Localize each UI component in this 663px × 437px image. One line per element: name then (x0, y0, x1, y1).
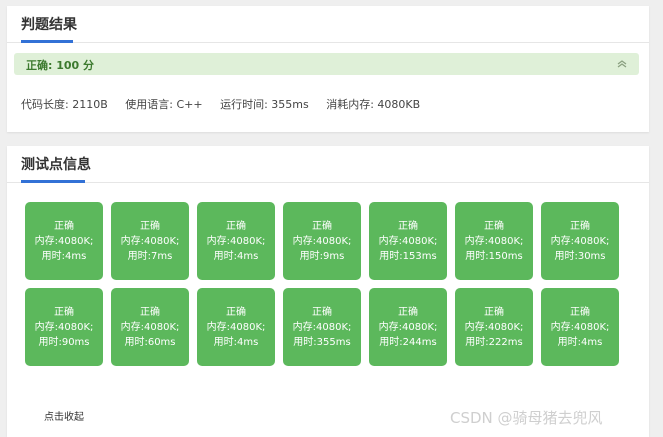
test-point-status: 正确 (226, 221, 246, 232)
test-point-tile[interactable]: 正确内存:4080K; 用时:222ms (455, 288, 533, 366)
submission-info: 代码长度: 2110B 使用语言: C++ 运行时间: 355ms 消耗内存: … (21, 96, 434, 112)
test-point-tile[interactable]: 正确内存:4080K; 用时:150ms (455, 202, 533, 280)
test-point-memory: 内存:4080K; (378, 322, 438, 333)
test-point-tile[interactable]: 正确内存:4080K; 用时:244ms (369, 288, 447, 366)
code-length: 代码长度: 2110B (21, 98, 108, 111)
test-point-tile[interactable]: 正确内存:4080K; 用时:7ms (111, 202, 189, 280)
test-point-tile[interactable]: 正确内存:4080K; 用时:30ms (541, 202, 619, 280)
test-point-tile[interactable]: 正确内存:4080K; 用时:153ms (369, 202, 447, 280)
test-point-memory: 内存:4080K; (34, 322, 94, 333)
test-point-time: 用时:60ms (124, 337, 176, 348)
run-time: 运行时间: 355ms (220, 98, 309, 111)
double-chevron-up-icon[interactable] (615, 57, 629, 71)
test-point-time: 用时:153ms (379, 251, 437, 262)
test-point-status: 正确 (484, 221, 504, 232)
test-point-time: 用时:150ms (465, 251, 523, 262)
judge-result-card: 判题结果 正确: 100 分 代码长度: 2110B 使用语言: C++ 运行时… (7, 6, 649, 132)
test-point-status: 正确 (398, 221, 418, 232)
test-points-grid: 正确 内存:4080K; 用时:4ms 正确 内存:4080K; 用时:7ms 正确 内存:4… (25, 202, 625, 374)
test-point-tile[interactable]: 正确内存:4080K; 用时:355ms (283, 288, 361, 366)
test-point-memory: 内存:4080K; (550, 322, 610, 333)
test-point-memory: 内存:4080K; (550, 236, 610, 247)
test-point-tile[interactable]: 正确内存:4080K; 用时:60ms (111, 288, 189, 366)
result-bar[interactable]: 正确: 100 分 (14, 53, 639, 75)
test-point-tile[interactable]: 正确内存:4080K; 用时:4ms (197, 288, 275, 366)
test-point-status: 正确 (570, 221, 590, 232)
test-point-status: 正确 (54, 307, 74, 318)
test-point-tile[interactable]: 正确内存:4080K; 用时:4ms (541, 288, 619, 366)
collapse-link[interactable]: 点击收起 (44, 408, 84, 423)
test-point-memory: 内存:4080K; (292, 236, 352, 247)
judge-result-title: 判题结果 (21, 17, 77, 33)
title-underline (21, 40, 73, 43)
test-point-memory: 内存:4080K; (120, 322, 180, 333)
test-point-time: 用时:7ms (127, 251, 173, 262)
test-point-time: 用时:9ms (299, 251, 345, 262)
test-point-memory: 内存:4080K; (34, 236, 94, 247)
test-point-time: 用时:4ms (557, 337, 603, 348)
test-point-tile[interactable]: 正确内存:4080K; 用时:9ms (283, 202, 361, 280)
test-point-time: 用时:222ms (465, 337, 523, 348)
test-point-time: 用时:90ms (38, 337, 90, 348)
judge-result-header: 判题结果 (7, 6, 649, 43)
test-point-tile[interactable]: 正确内存:4080K; 用时:4ms (25, 202, 103, 280)
language: 使用语言: C++ (125, 98, 203, 111)
test-point-memory: 内存:4080K; (464, 322, 524, 333)
test-point-time: 用时:4ms (213, 337, 259, 348)
watermark: CSDN @骑母猪去兜风 (450, 409, 603, 427)
test-point-time: 用时:355ms (293, 337, 351, 348)
test-point-time: 用时:30ms (554, 251, 606, 262)
test-point-status: 正确 (140, 307, 160, 318)
test-point-status: 正确 (312, 307, 332, 318)
test-points-title: 测试点信息 (21, 157, 91, 173)
test-point-status: 正确 (226, 307, 246, 318)
test-point-status: 正确 (398, 307, 418, 318)
test-point-memory: 内存:4080K; (206, 322, 266, 333)
test-point-status: 正确 (140, 221, 160, 232)
test-point-time: 用时:4ms (41, 251, 87, 262)
test-point-status: 正确 (570, 307, 590, 318)
test-point-memory: 内存:4080K; (292, 322, 352, 333)
test-point-tile[interactable]: 正确内存:4080K; 用时:4ms (197, 202, 275, 280)
memory-usage: 消耗内存: 4080KB (326, 98, 421, 111)
test-point-status: 正确 (484, 307, 504, 318)
test-point-memory: 内存:4080K; (378, 236, 438, 247)
test-points-card: 测试点信息 正确 内存:4080K; 用时:4ms 正确 内存:4080K; 用时:7ms… (7, 146, 649, 437)
test-point-status: 正确 (312, 221, 332, 232)
title-underline (21, 180, 85, 183)
result-score: 正确: 100 分 (26, 59, 95, 72)
test-point-memory: 内存:4080K; (120, 236, 180, 247)
test-point-memory: 内存:4080K; (206, 236, 266, 247)
test-point-time: 用时:244ms (379, 337, 437, 348)
test-row: 正确 内存:4080K; 用时:90ms 正确 内存:4080K; 用时:60ms 正确 内存… (25, 288, 625, 366)
test-points-header: 测试点信息 (7, 146, 649, 183)
test-point-time: 用时:4ms (213, 251, 259, 262)
test-row: 正确 内存:4080K; 用时:4ms 正确 内存:4080K; 用时:7ms 正确 内存:4… (25, 202, 625, 280)
test-point-memory: 内存:4080K; (464, 236, 524, 247)
test-point-status: 正确 (54, 221, 74, 232)
test-point-tile[interactable]: 正确内存:4080K; 用时:90ms (25, 288, 103, 366)
